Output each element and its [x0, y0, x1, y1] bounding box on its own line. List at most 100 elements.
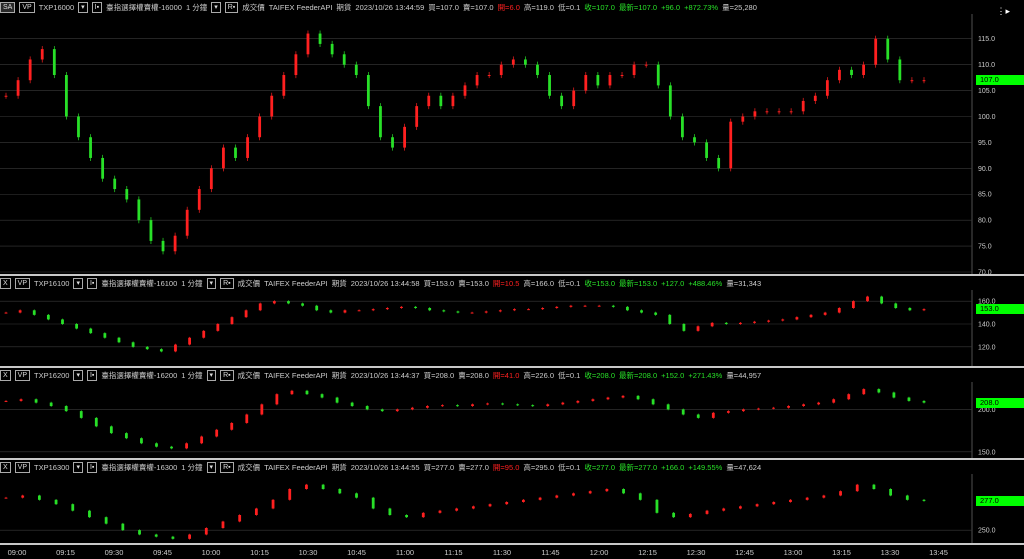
kind-label: 期貨	[331, 278, 347, 288]
indicator-toggle-button[interactable]: I▪	[86, 277, 98, 289]
close-label: 收=208.0	[584, 370, 615, 380]
ask-label: 賣=277.0	[458, 462, 489, 472]
close-pane-button[interactable]: X	[0, 369, 11, 381]
open-label: 開=6.0	[497, 2, 520, 12]
high-label: 高=226.0	[523, 370, 555, 380]
x-tick-label: 13:45	[929, 548, 948, 557]
interval-label: 1 分鐘	[181, 278, 203, 288]
last-price-tag: 107.0	[976, 75, 1024, 86]
pane-header: X VP TXP16300 ▾ I▪ 臺指選擇權賣權-16300 1 分鐘 ▾ R▪ 成交價 TAI…	[0, 460, 975, 474]
volume-label: 量=47,624	[726, 462, 762, 472]
indicator-toggle-button[interactable]: I▪	[86, 461, 98, 473]
refresh-button[interactable]: R▪	[224, 1, 239, 13]
vp-toggle-button[interactable]: VP	[19, 1, 35, 13]
close-label: 收=277.0	[584, 462, 615, 472]
open-label: 開=95.0	[492, 462, 520, 472]
price-type-label: 成交價	[237, 370, 261, 380]
kind-label: 期貨	[336, 2, 352, 12]
ask-label: 賣=208.0	[458, 370, 489, 380]
high-label: 高=119.0	[523, 2, 554, 12]
close-label: 收=153.0	[584, 278, 615, 288]
pane-header: SA VP TXP16000 ▾ I▪ 臺指選擇權賣權-16000 1 分鐘 ▾ R▪ 成交價 TA…	[0, 0, 975, 14]
x-tick-label: 10:30	[298, 548, 318, 557]
kind-label: 期貨	[331, 462, 347, 472]
instrument-name: 臺指選擇權賣權-16300	[101, 462, 178, 472]
bid-label: 買=277.0	[423, 462, 455, 472]
close-pane-button[interactable]: X	[0, 277, 11, 289]
interval-dropdown-button[interactable]: ▾	[206, 461, 217, 473]
x-tick-label: 12:30	[686, 548, 706, 557]
chart-pane-txp16100[interactable]: X VP TXP16100 ▾ I▪ 臺指選擇權賣權-16100 1 分鐘 ▾ R▪ 成交價 TAI…	[0, 276, 1024, 368]
change-pct-label: +488.46%	[688, 278, 723, 288]
x-tick-label: 09:15	[56, 548, 75, 557]
vp-toggle-button[interactable]: VP	[14, 277, 31, 289]
symbol-dropdown-button[interactable]: ▾	[73, 369, 83, 381]
vp-toggle-button[interactable]: VP	[14, 461, 31, 473]
chart-pane-txp16000[interactable]: SA VP TXP16000 ▾ I▪ 臺指選擇權賣權-16000 1 分鐘 ▾ R▪ 成交價 TA…	[0, 0, 1024, 276]
last-label: 最新=208.0	[619, 370, 658, 380]
last-label: 最新=277.0	[619, 462, 658, 472]
x-tick-label: 13:00	[783, 548, 803, 557]
change-label: +166.0	[661, 462, 685, 472]
datetime-label: 2023/10/26 13:44:37	[350, 370, 420, 380]
open-label: 開=10.5	[492, 278, 520, 288]
x-tick-label: 10:00	[201, 548, 221, 557]
change-pct-label: +872.73%	[684, 2, 719, 12]
open-label: 開=41.0	[492, 370, 520, 380]
last-price-tag: 208.0	[976, 397, 1024, 408]
symbol-dropdown-button[interactable]: ▾	[73, 277, 83, 289]
chart-pane-txp16200[interactable]: X VP TXP16200 ▾ I▪ 臺指選擇權賣權-16200 1 分鐘 ▾ R▪ 成交價 TAI…	[0, 368, 1024, 460]
x-tick-label: 09:30	[104, 548, 124, 557]
menu-icon[interactable]: ⋮▸	[996, 6, 1010, 17]
datetime-label: 2023/10/26 13:44:59	[355, 2, 425, 12]
bid-label: 買=107.0	[428, 2, 459, 12]
close-label: 收=107.0	[584, 2, 615, 12]
low-label: 低=0.1	[557, 2, 581, 12]
ask-label: 賣=107.0	[462, 2, 494, 12]
pane-header: X VP TXP16100 ▾ I▪ 臺指選擇權賣權-16100 1 分鐘 ▾ R▪ 成交價 TAI…	[0, 276, 975, 290]
feed-label: TAIFEX FeederAPI	[264, 462, 328, 472]
close-pane-button[interactable]: X	[0, 461, 11, 473]
x-tick-label: 11:30	[492, 548, 512, 557]
interval-dropdown-button[interactable]: ▾	[211, 1, 221, 13]
volume-label: 量=44,957	[726, 370, 762, 380]
volume-label: 量=31,343	[726, 278, 762, 288]
x-tick-label: 12:00	[589, 548, 609, 557]
feed-label: TAIFEX FeederAPI	[264, 278, 328, 288]
interval-dropdown-button[interactable]: ▾	[206, 369, 217, 381]
x-tick-label: 12:45	[735, 548, 754, 557]
symbol-dropdown-button[interactable]: ▾	[78, 1, 88, 13]
vp-toggle-button[interactable]: VP	[14, 369, 31, 381]
refresh-button[interactable]: R▪	[220, 369, 234, 381]
instrument-name: 臺指選擇權賣權-16200	[101, 370, 178, 380]
pane-header: X VP TXP16200 ▾ I▪ 臺指選擇權賣權-16200 1 分鐘 ▾ R▪ 成交價 TAI…	[0, 368, 975, 382]
refresh-button[interactable]: R▪	[220, 277, 234, 289]
price-type-label: 成交價	[237, 462, 261, 472]
symbol-dropdown-button[interactable]: ▾	[73, 461, 83, 473]
instrument-name: 臺指選擇權賣權-16100	[101, 278, 178, 288]
price-type-label: 成交價	[237, 278, 261, 288]
last-label: 最新=153.0	[619, 278, 658, 288]
datetime-label: 2023/10/26 13:44:58	[350, 278, 420, 288]
kind-label: 期貨	[331, 370, 347, 380]
x-tick-label: 11:00	[395, 548, 415, 557]
chart-pane-txp16300[interactable]: X VP TXP16300 ▾ I▪ 臺指選擇權賣權-16300 1 分鐘 ▾ R▪ 成交價 TAI…	[0, 460, 1024, 545]
indicator-toggle-button[interactable]: I▪	[86, 369, 98, 381]
ask-label: 賣=153.0	[458, 278, 489, 288]
high-label: 高=166.0	[523, 278, 555, 288]
interval-dropdown-button[interactable]: ▾	[206, 277, 217, 289]
x-tick-label: 10:45	[347, 548, 366, 557]
bid-label: 買=153.0	[423, 278, 455, 288]
refresh-button[interactable]: R▪	[220, 461, 234, 473]
x-tick-label: 10:15	[250, 548, 269, 557]
datetime-label: 2023/10/26 13:44:55	[350, 462, 420, 472]
bid-label: 買=208.0	[423, 370, 455, 380]
time-axis: 09:00 09:15 09:30 09:45 10:00 10:15 10:30 10:45…	[0, 545, 1024, 559]
low-label: 低=0.1	[558, 370, 581, 380]
x-tick-label: 13:30	[880, 548, 900, 557]
indicator-toggle-button[interactable]: I▪	[91, 1, 103, 13]
scale-toggle-button[interactable]: SA	[0, 1, 16, 13]
low-label: 低=0.1	[558, 278, 581, 288]
interval-label: 1 分鐘	[185, 2, 208, 12]
high-label: 高=295.0	[523, 462, 555, 472]
